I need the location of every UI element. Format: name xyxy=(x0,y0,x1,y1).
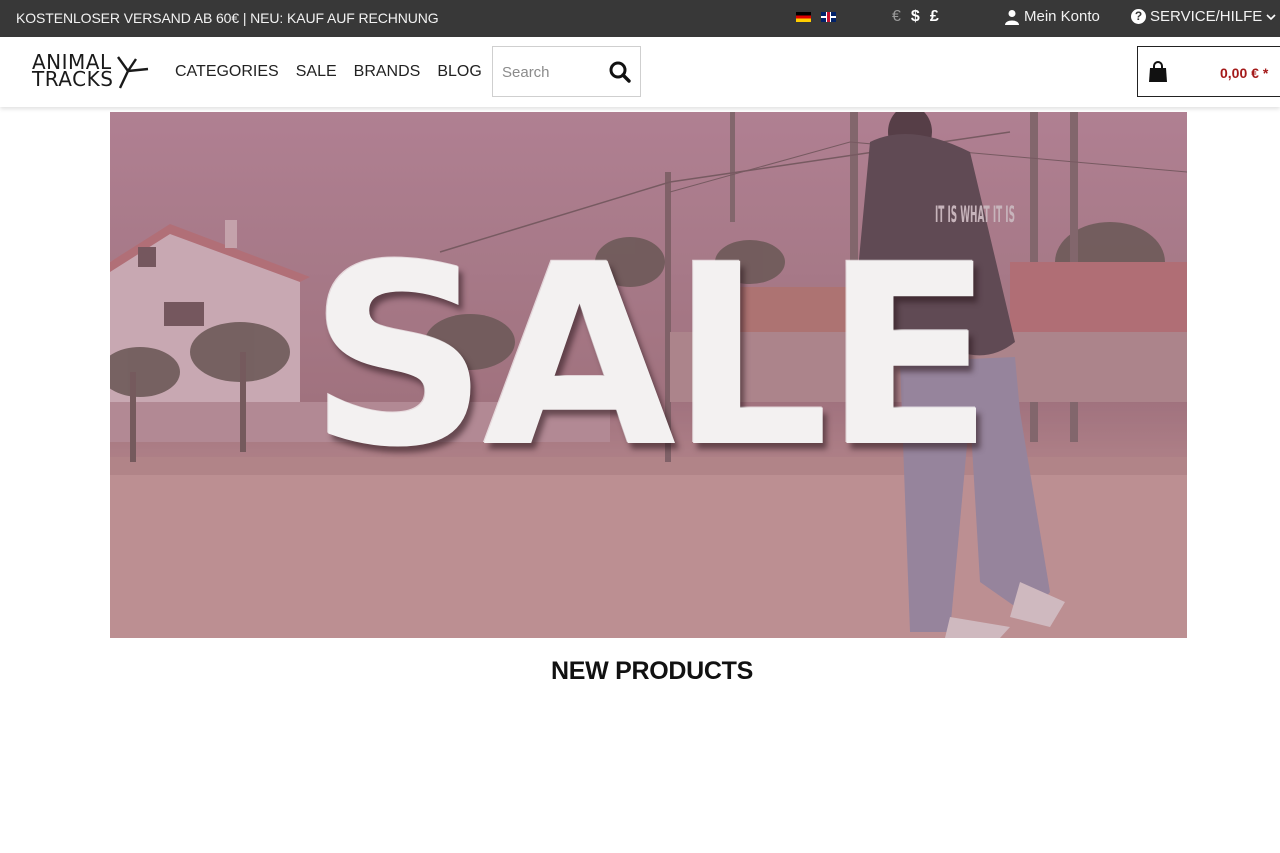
account-link[interactable]: Mein Konto xyxy=(1004,8,1100,25)
currency-dollar[interactable]: $ xyxy=(911,8,920,26)
nav-brands[interactable]: BRANDS xyxy=(354,63,421,81)
currency-euro[interactable]: € xyxy=(892,8,901,26)
main-navigation: CATEGORIES SALE BRANDS BLOG xyxy=(175,63,482,81)
currency-switcher: € $ £ xyxy=(892,8,939,26)
nav-blog[interactable]: BLOG xyxy=(437,63,481,81)
account-label: Mein Konto xyxy=(1024,8,1100,25)
nav-categories[interactable]: CATEGORIES xyxy=(175,63,279,81)
german-flag-icon[interactable] xyxy=(796,12,811,22)
cart-total: 0,00 € * xyxy=(1220,65,1269,81)
top-bar: KOSTENLOSER VERSAND AB 60€ | NEU: KAUF A… xyxy=(0,0,1280,37)
sale-hero-banner[interactable]: IT IS WHAT IT IS SALE xyxy=(110,112,1187,638)
question-circle-icon: ? xyxy=(1131,9,1146,24)
search-input[interactable] xyxy=(502,62,602,82)
new-products-heading: NEW PRODUCTS xyxy=(551,657,753,685)
nav-sale[interactable]: SALE xyxy=(296,63,337,81)
site-logo[interactable]: ANIMAL TRACKS xyxy=(32,52,152,92)
promo-text: KOSTENLOSER VERSAND AB 60€ | NEU: KAUF A… xyxy=(16,10,439,26)
cart-button[interactable]: 0,00 € * xyxy=(1137,46,1280,97)
service-menu[interactable]: ? SERVICE/HILFE xyxy=(1131,8,1276,25)
sale-headline: SALE xyxy=(308,211,995,502)
user-icon xyxy=(1005,9,1019,25)
currency-pound[interactable]: £ xyxy=(930,8,939,26)
service-label: SERVICE/HILFE xyxy=(1150,8,1263,25)
chevron-down-icon xyxy=(1266,13,1276,20)
logo-wordmark: ANIMAL TRACKS xyxy=(32,50,114,91)
search-box xyxy=(492,46,641,97)
language-switcher xyxy=(796,12,836,22)
main-header: ANIMAL TRACKS CATEGORIES SALE BRANDS BLO… xyxy=(0,37,1280,107)
uk-flag-icon[interactable] xyxy=(821,12,836,22)
search-icon[interactable] xyxy=(608,60,632,84)
shopping-bag-icon xyxy=(1149,61,1167,82)
logo-track-icon xyxy=(117,56,149,89)
